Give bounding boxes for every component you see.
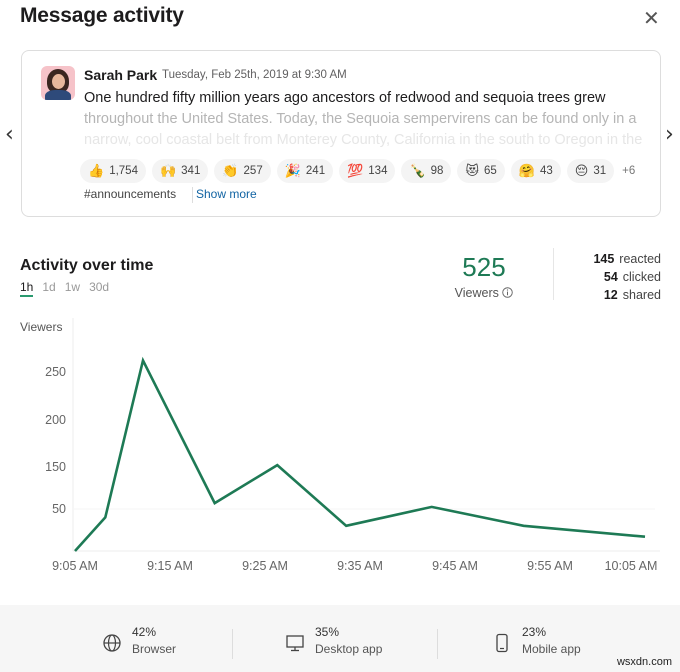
message-text: One hundred fifty million years ago ance… [84,88,654,151]
y-axis-label: Viewers [20,320,62,334]
device-label: Desktop app [315,642,383,656]
stat-reacted: 145 reacted [593,252,661,266]
time-range-tabs: 1h 1d 1w 30d [20,280,109,297]
avatar [41,66,75,100]
device-percent: 35% [315,625,340,639]
reaction-count: 341 [181,165,201,177]
y-tick-label: 250 [45,365,66,379]
tab-1w[interactable]: 1w [65,280,80,297]
device-label: Mobile app [522,642,581,656]
divider [232,629,233,659]
party-popper-icon: 🎉 [284,163,301,179]
x-tick-label: 9:25 AM [242,559,288,573]
tab-30d[interactable]: 30d [89,280,109,297]
tab-1d[interactable]: 1d [42,280,55,297]
reaction-party-popper[interactable]: 🎉 241 [276,159,334,183]
reaction-count: 1,754 [109,165,138,177]
reaction-count: 43 [540,165,553,177]
hugging-face-icon: 🤗 [518,163,535,179]
device-percent: 23% [522,625,547,639]
reaction-champagne-bottle[interactable]: 🍾 98 [401,159,452,183]
tab-1h[interactable]: 1h [20,280,34,297]
activity-line-chart: Viewers 50 150 200 250 9:05 AM 9:15 AM 9:25 AM 9… [20,318,660,573]
champagne-bottle-icon: 🍾 [409,163,426,179]
reaction-count: 241 [305,165,326,177]
viewers-count: 525 [462,252,506,282]
reaction-clapping-hands[interactable]: 👏 257 [214,159,271,183]
activity-title: Activity over time [20,257,154,274]
series-line-viewers [74,356,646,552]
y-tick-label: 50 [52,502,66,516]
reaction-hundred-points[interactable]: 💯 134 [339,159,396,183]
mobile-icon [496,633,508,653]
reaction-count: 65 [484,165,497,177]
message-timestamp: Tuesday, Feb 25th, 2019 at 9:30 AM [162,69,347,81]
next-message-arrow-icon[interactable]: › [665,122,674,147]
reaction-count: 31 [593,165,607,177]
device-breakdown-footer: 42% Browser 35% Desktop app 23% Mobile app … [0,605,680,672]
divider [553,248,554,300]
clapping-hands-icon: 👏 [222,163,239,179]
message-card: Sarah Park Tuesday, Feb 25th, 2019 at 9:… [21,50,661,217]
divider [192,187,193,203]
close-icon[interactable]: ✕ [643,6,660,31]
device-browser: 42% Browser [102,625,176,656]
heart-eyes-cat-icon: 😻 [465,163,480,179]
x-tick-label: 10:05 AM [605,559,658,573]
y-tick-label: 200 [45,413,66,427]
info-icon[interactable] [502,287,514,298]
show-more-link[interactable]: Show more [196,187,257,201]
reaction-count: 257 [243,165,263,177]
message-line: throughout the United States. Today, the… [84,111,637,127]
reaction-pensive-face[interactable]: 😔 31 [566,159,615,183]
x-tick-label: 9:35 AM [337,559,383,573]
raised-hands-icon: 🙌 [159,163,177,179]
engagement-stats: 145 reacted 54 clicked 12 shared [570,250,661,304]
page-title: Message activity [20,4,184,27]
device-mobile: 23% Mobile app [492,625,581,656]
watermark: wsxdn.com [616,656,672,668]
stat-clicked: 54 clicked [603,270,661,284]
x-tick-label: 9:15 AM [147,559,193,573]
message-line: narrow, cool coastal belt from Monterey … [84,132,643,148]
reaction-hugging-face[interactable]: 🤗 43 [510,159,561,183]
globe-icon [103,634,121,652]
channel-name[interactable]: #announcements [84,187,176,201]
more-reactions-button[interactable]: +6 [622,165,635,177]
hundred-points-icon: 💯 [347,163,364,179]
x-tick-label: 9:55 AM [527,559,573,573]
device-label: Browser [132,642,177,656]
desktop-icon [286,635,304,652]
message-line: One hundred fifty million years ago ance… [84,90,606,106]
previous-message-arrow-icon[interactable]: ‹ [5,122,14,147]
y-tick-label: 150 [45,460,66,474]
device-percent: 42% [132,625,157,639]
reactions-bar: 👍 1,754 🙌 341 👏 257 🎉 241 💯 134 🍾 98 😻 65 🤗 43 😔 31 +6 [80,159,635,183]
message-author[interactable]: Sarah Park [84,67,157,83]
reaction-thumbs-up[interactable]: 👍 1,754 [80,159,146,183]
divider [437,629,438,659]
x-tick-label: 9:45 AM [432,559,478,573]
device-desktop: 35% Desktop app [285,625,382,656]
reaction-raised-hands[interactable]: 🙌 341 [151,159,209,183]
reaction-count: 134 [368,165,388,177]
pensive-face-icon: 😔 [574,163,589,179]
reaction-heart-eyes-cat[interactable]: 😻 65 [457,159,505,183]
stat-shared: 12 shared [603,288,661,302]
reaction-count: 98 [430,165,444,177]
viewers-label: Viewers [440,286,528,300]
thumbs-up-icon: 👍 [88,163,105,179]
x-tick-label: 9:05 AM [52,559,98,573]
